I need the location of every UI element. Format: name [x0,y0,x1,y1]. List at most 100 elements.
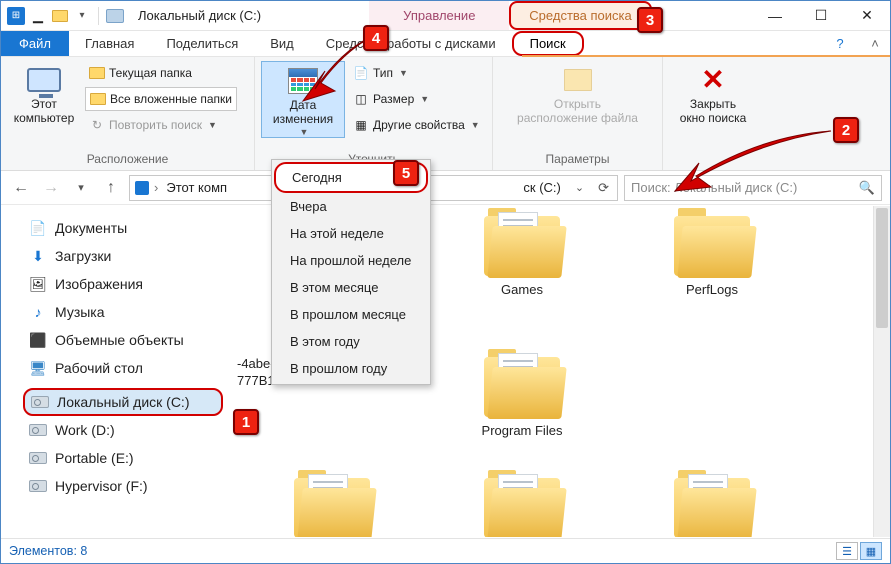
help-button[interactable]: ? [820,31,860,56]
nav-drive-d[interactable]: Work (D:) [23,416,223,444]
nav-documents[interactable]: 📄Документы [23,214,223,242]
callout-3: 3 [637,7,663,33]
view-large-icons-button[interactable]: ▦ [860,542,882,560]
drive-icon [106,7,124,25]
folder-item[interactable]: Games [457,216,587,297]
tab-view[interactable]: Вид [254,31,310,56]
back-button[interactable]: ← [9,176,33,200]
group-label-options: Параметры [493,150,662,170]
nav-desktop[interactable]: 🖥Рабочий стол [23,354,223,382]
refresh-icon[interactable]: ⟳ [594,180,613,196]
pictures-icon: 🖼 [29,276,47,292]
context-tab-search-tools[interactable]: Средства поиска [509,1,651,30]
open-file-location-button: Открыть расположение файла [503,61,653,126]
title-bar: ⊞ ▁ ▾ Локальный диск (C:) Управление Сре… [1,1,890,31]
dropdown-item-last-week[interactable]: На прошлой неделе [274,247,428,274]
navigation-pane: 📄Документы ⬇Загрузки 🖼Изображения ♪Музык… [1,206,227,537]
all-subfolders-button[interactable]: Все вложенные папки [85,87,237,111]
date-modified-dropdown: Сегодня Вчера На этой неделе На прошлой … [271,159,431,385]
dropdown-item-this-year[interactable]: В этом году [274,328,428,355]
tab-drive-tools[interactable]: Средства работы с дисками [310,31,512,56]
window-title: Локальный диск (C:) [130,1,269,30]
nav-music[interactable]: ♪Музыка [23,298,223,326]
tab-share[interactable]: Поделиться [150,31,254,56]
item-count: Элементов: 8 [9,544,87,558]
folder-item[interactable] [647,478,777,537]
group-label-location: Расположение [1,150,254,170]
dropdown-item-this-week[interactable]: На этой неделе [274,220,428,247]
close-button[interactable]: ✕ [844,1,890,30]
breadcrumb-root[interactable]: Этот комп [162,180,231,195]
downloads-icon: ⬇ [29,248,47,264]
chevron-down-icon: ▼ [208,120,217,130]
recent-locations-button[interactable]: ▾ [69,176,93,200]
folder-icon [674,478,750,537]
search-again-button[interactable]: ↻ Повторить поиск ▼ [85,113,237,137]
dropdown-item-yesterday[interactable]: Вчера [274,193,428,220]
this-pc-button[interactable]: Этот компьютер [7,61,81,126]
monitor-icon [27,65,61,95]
type-icon: 📄 [353,65,369,81]
qat-properties-icon[interactable]: ▁ [29,7,47,25]
folder-icon [89,65,105,81]
drive-icon [31,394,49,410]
vertical-scrollbar[interactable] [873,206,890,537]
folder-item[interactable]: Program Files [457,357,587,438]
address-dropdown-icon[interactable]: ⌄ [569,181,590,194]
dropdown-item-this-month[interactable]: В этом месяце [274,274,428,301]
dropdown-item-last-year[interactable]: В прошлом году [274,355,428,382]
collapse-ribbon-button[interactable]: ˄ [860,31,890,56]
drive-icon [29,478,47,494]
callout-2: 2 [833,117,859,143]
nav-drive-f[interactable]: Hypervisor (F:) [23,472,223,500]
desktop-icon: 🖥 [29,360,47,376]
minimize-button[interactable]: — [752,1,798,30]
search-box[interactable]: Поиск: Локальный диск (C:) 🔍 [624,175,882,201]
tab-file[interactable]: Файл [1,31,69,56]
nav-3d-objects[interactable]: ⬛Объемные объекты [23,326,223,354]
callout-4: 4 [363,25,389,51]
nav-drive-c[interactable]: Локальный диск (C:) [23,388,223,416]
properties-icon: ▦ [353,117,369,133]
up-button[interactable]: ↑ [99,176,123,200]
folder-icon [294,478,370,537]
folder-open-icon [561,65,595,95]
calendar-icon [286,66,320,96]
folder-icon [484,216,560,276]
type-button[interactable]: 📄 Тип▼ [349,61,484,85]
size-button[interactable]: ◫ Размер▼ [349,87,484,111]
current-folder-button[interactable]: Текущая папка [85,61,237,85]
separator [98,7,99,25]
nav-downloads[interactable]: ⬇Загрузки [23,242,223,270]
folder-icon [484,478,560,537]
nav-pictures[interactable]: 🖼Изображения [23,270,223,298]
maximize-button[interactable]: ☐ [798,1,844,30]
refresh-icon: ↻ [89,117,105,133]
other-properties-button[interactable]: ▦ Другие свойства▼ [349,113,484,137]
search-icon[interactable]: 🔍 [859,180,875,196]
folder-item[interactable] [457,478,587,537]
callout-1: 1 [233,409,259,435]
breadcrumb-tail[interactable]: ск (C:) [519,180,564,195]
folder-tree-icon [90,91,106,107]
music-icon: ♪ [29,304,47,320]
folder-icon [484,357,560,417]
qat-newfolder-icon[interactable] [51,7,69,25]
drive-icon [29,450,47,466]
tab-home[interactable]: Главная [69,31,150,56]
dropdown-item-last-month[interactable]: В прошлом месяце [274,301,428,328]
qat-customize-icon[interactable]: ▾ [73,7,91,25]
context-tab-manage[interactable]: Управление [369,1,509,30]
search-placeholder: Поиск: Локальный диск (C:) [631,180,797,195]
nav-drive-e[interactable]: Portable (E:) [23,444,223,472]
forward-button[interactable]: → [39,176,63,200]
folder-icon [674,216,750,276]
close-search-button[interactable]: ✕ Закрыть окно поиска [676,61,750,126]
date-modified-button[interactable]: Дата изменения▼ [261,61,345,138]
tab-search[interactable]: Поиск [512,31,584,56]
drive-icon [134,180,150,196]
folder-item[interactable] [267,478,397,537]
folder-item[interactable]: PerfLogs [647,216,777,297]
view-details-button[interactable]: ☰ [836,542,858,560]
size-icon: ◫ [353,91,369,107]
